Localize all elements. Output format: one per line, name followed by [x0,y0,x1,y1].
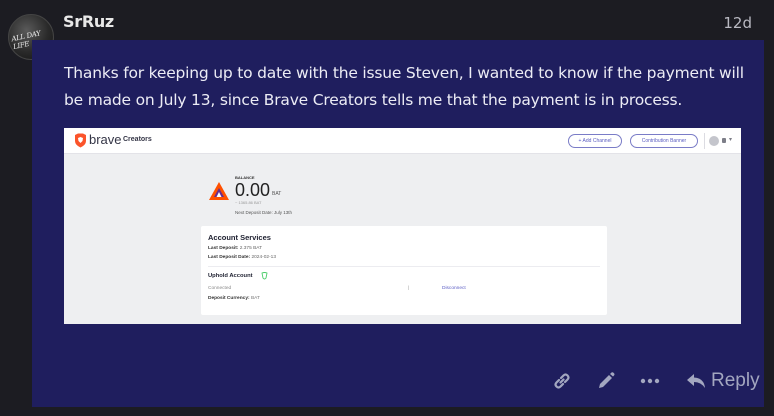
pencil-icon[interactable] [596,371,616,391]
ellipsis-icon[interactable] [639,371,661,391]
brave-lion-icon [75,133,86,148]
brave-wordmark: brave [89,132,122,147]
balance-amount: 0.00 [235,180,271,200]
last-deposit-date-row: Last Deposit Date: 2024-02-13 [208,255,276,260]
post-date[interactable]: 12d [723,14,752,32]
contribution-banner-button[interactable]: Contribution Banner [630,134,698,148]
user-icon[interactable] [709,136,719,146]
last-deposit-date-value: 2024-02-13 [251,255,277,260]
post-username[interactable]: SrRuz [63,12,114,31]
last-deposit-date-label: Last Deposit Date: [208,255,251,260]
embedded-screenshot[interactable]: brave Creators + Add Channel Contributio… [64,128,741,324]
reply-arrow-icon [687,374,705,388]
deposit-currency-label: Deposit Currency: [208,296,250,301]
last-deposit-row: Last Deposit: 2.375 BAT [208,246,262,251]
lock-icon [722,138,726,143]
post-text: Thanks for keeping up to date with the i… [64,64,744,109]
reply-label: Reply [711,370,760,391]
balance-unit: BAT [272,191,282,197]
balance-converted: ~ 1365.86 BAT [235,200,262,205]
add-channel-button[interactable]: + Add Channel [568,134,622,148]
uphold-icon [261,272,268,280]
reply-button[interactable]: Reply [686,367,764,395]
post-body: Thanks for keeping up to date with the i… [32,40,764,407]
creators-topbar: brave Creators + Add Channel Contributio… [64,128,741,154]
last-deposit-value: 2.375 BAT [239,246,263,251]
account-services-title: Account Services [208,233,271,242]
post-actions: Reply [464,357,764,407]
next-deposit-date: Next Deposit Date: July 13th [235,210,293,215]
brave-creators-label: Creators [123,136,152,143]
uphold-separator: | [408,286,410,291]
uphold-status: Connected [208,286,232,291]
account-services-card: Account Services Last Deposit: 2.375 BAT… [201,226,607,315]
deposit-currency-value: BAT [250,296,260,301]
deposit-currency-row: Deposit Currency: BAT [208,296,260,301]
chevron-down-icon[interactable]: ▾ [729,136,732,143]
bat-logo-icon [209,182,229,200]
uphold-account-title: Uphold Account [208,273,253,279]
last-deposit-label: Last Deposit: [208,246,239,251]
topbar-divider [704,133,705,149]
disconnect-link[interactable]: Disconnect [442,286,466,291]
card-divider [208,266,600,267]
link-icon[interactable] [552,371,572,391]
